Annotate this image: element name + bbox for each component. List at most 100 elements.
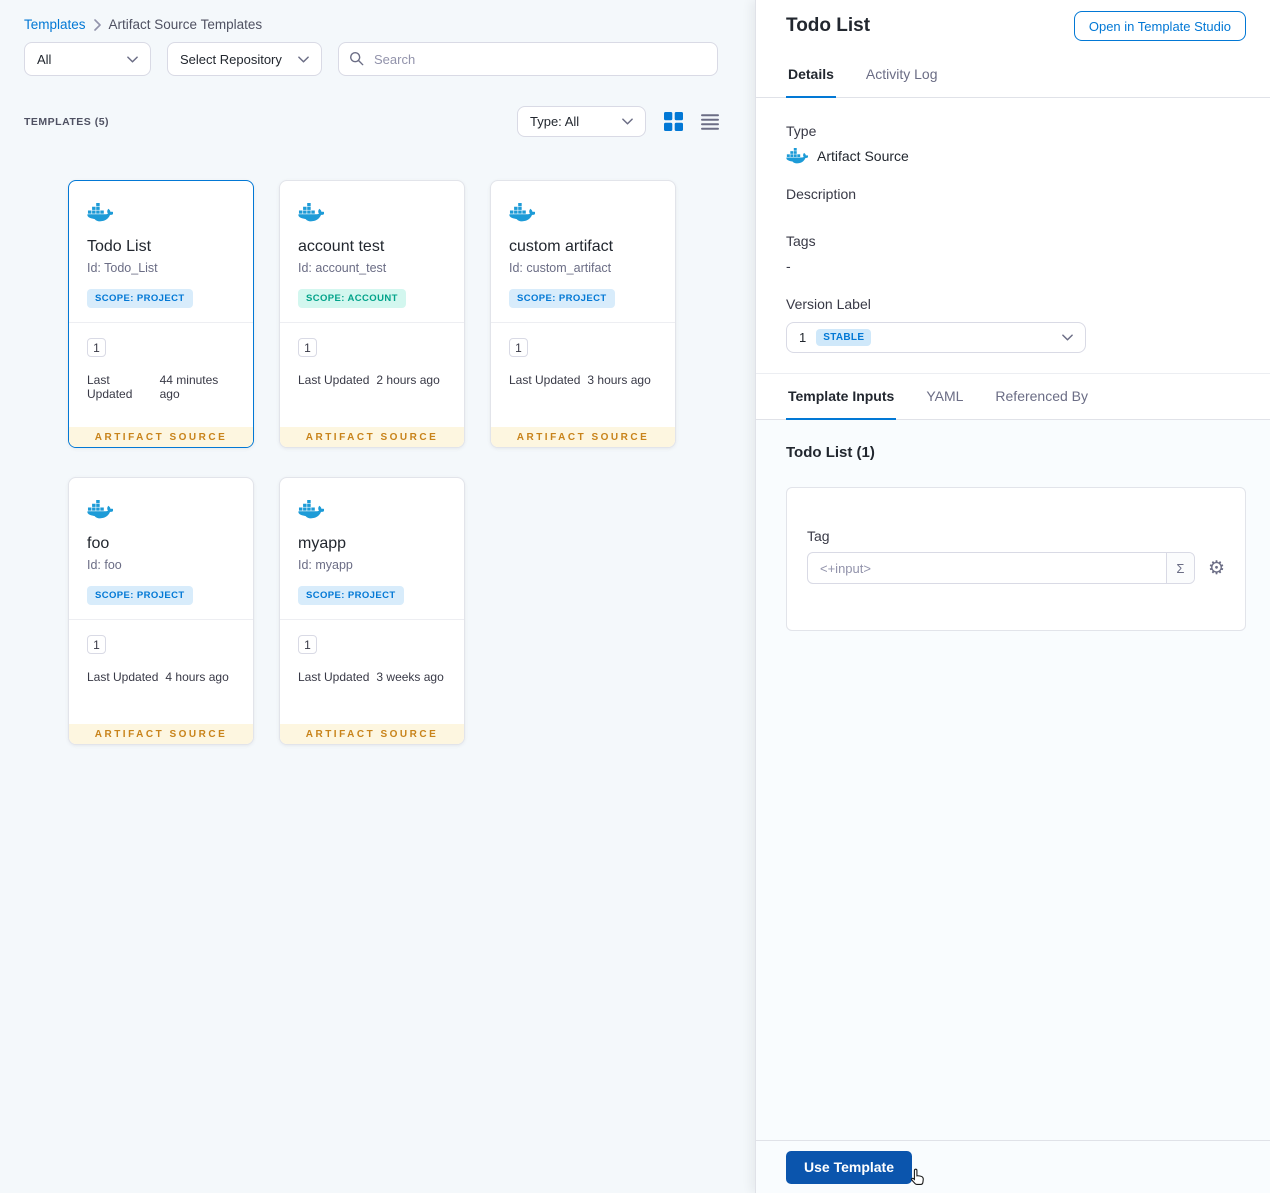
type-label: Type: [786, 123, 817, 139]
grid-view-icon[interactable]: [664, 112, 683, 131]
template-card-account-test[interactable]: account test Id: account_test SCOPE: ACC…: [279, 180, 465, 448]
expression-sigma-button[interactable]: Σ: [1165, 553, 1194, 583]
template-id: Id: custom_artifact: [509, 261, 612, 275]
version-chip: 1: [298, 338, 317, 357]
search-input[interactable]: [338, 42, 718, 76]
scope-badge: SCOPE: PROJECT: [509, 289, 615, 308]
docker-icon: [786, 148, 808, 164]
template-type-footer: ARTIFACT SOURCE: [280, 427, 464, 447]
templates-grid: Todo List Id: Todo_List SCOPE: PROJECT 1…: [68, 180, 676, 745]
breadcrumb-current: Artifact Source Templates: [108, 17, 263, 32]
drawer-footer: Use Template: [756, 1140, 1270, 1193]
divider: [280, 322, 464, 323]
scope-filter-value: All: [37, 51, 52, 67]
type-value: Artifact Source: [817, 148, 909, 164]
list-toolbar: TEMPLATES (5) Type: All: [24, 106, 719, 137]
docker-icon: [509, 203, 535, 222]
docker-icon: [87, 203, 113, 222]
tab-activity-log[interactable]: Activity Log: [864, 52, 940, 97]
template-type-footer: ARTIFACT SOURCE: [280, 724, 464, 744]
tag-input-wrap: Σ: [807, 552, 1195, 584]
template-inputs-area: Todo List (1) Tag Σ ⚙: [756, 420, 1270, 1140]
last-updated-label: Last Updated: [509, 373, 581, 387]
last-updated: Last Updated 2 hours ago: [298, 373, 446, 387]
drawer-title: Todo List: [786, 15, 871, 36]
last-updated: Last Updated 4 hours ago: [87, 670, 235, 684]
last-updated-value: 3 weeks ago: [376, 670, 444, 684]
template-name: account test: [298, 238, 385, 255]
tab-template-inputs[interactable]: Template Inputs: [786, 374, 897, 420]
type-value-row: Artifact Source: [786, 148, 1240, 164]
breadcrumb: Templates Artifact Source Templates: [24, 17, 262, 32]
template-type-footer: ARTIFACT SOURCE: [491, 427, 675, 447]
scope-badge: SCOPE: PROJECT: [298, 586, 404, 605]
chevron-down-icon: [1062, 334, 1073, 341]
docker-icon: [87, 500, 113, 519]
template-id: Id: account_test: [298, 261, 387, 275]
divider: [491, 322, 675, 323]
divider: [69, 619, 253, 620]
tags-value: -: [786, 258, 791, 274]
version-number: 1: [799, 330, 807, 345]
version-chip: 1: [87, 338, 106, 357]
docker-icon: [298, 203, 324, 222]
search-icon: [349, 51, 364, 66]
divider: [69, 322, 253, 323]
breadcrumb-templates-link[interactable]: Templates: [24, 17, 86, 32]
inputs-card: Tag Σ ⚙: [786, 487, 1246, 631]
use-template-button[interactable]: Use Template: [786, 1150, 912, 1184]
last-updated-label: Last Updated: [298, 670, 370, 684]
inputs-heading: Todo List (1): [786, 444, 875, 461]
last-updated-value: 4 hours ago: [165, 670, 229, 684]
divider: [280, 619, 464, 620]
template-name: foo: [87, 535, 110, 552]
list-view-icon[interactable]: [701, 113, 719, 131]
chevron-down-icon: [622, 118, 633, 125]
last-updated-value: 44 minutes ago: [159, 373, 219, 401]
chevron-down-icon: [298, 56, 309, 63]
tag-input-row: Σ ⚙: [807, 552, 1225, 584]
template-card-foo[interactable]: foo Id: foo SCOPE: PROJECT 1 Last Update…: [68, 477, 254, 745]
last-updated: Last Updated 3 hours ago: [509, 373, 657, 387]
template-type-footer: ARTIFACT SOURCE: [69, 427, 253, 447]
tab-referenced-by[interactable]: Referenced By: [993, 374, 1090, 419]
template-id: Id: myapp: [298, 558, 353, 572]
template-card-todo-list[interactable]: Todo List Id: Todo_List SCOPE: PROJECT 1…: [68, 180, 254, 448]
docker-icon: [298, 500, 324, 519]
repository-filter-select[interactable]: Select Repository: [167, 42, 322, 76]
version-chip: 1: [509, 338, 528, 357]
chevron-right-icon: [94, 19, 101, 31]
toolbar-right: Type: All: [517, 106, 719, 137]
template-name: custom artifact: [509, 238, 614, 255]
template-id: Id: Todo_List: [87, 261, 158, 275]
tag-label: Tag: [807, 528, 830, 544]
template-name: myapp: [298, 535, 347, 552]
type-filter-select[interactable]: Type: All: [517, 106, 646, 137]
gear-icon[interactable]: ⚙: [1208, 559, 1225, 578]
last-updated-value: 3 hours ago: [587, 373, 651, 387]
version-select[interactable]: 1 STABLE: [786, 322, 1086, 353]
last-updated: Last Updated 3 weeks ago: [298, 670, 446, 684]
template-card-custom-artifact[interactable]: custom artifact Id: custom_artifact SCOP…: [490, 180, 676, 448]
last-updated-label: Last Updated: [298, 373, 370, 387]
scope-badge: SCOPE: PROJECT: [87, 586, 193, 605]
scope-badge: SCOPE: ACCOUNT: [298, 289, 406, 308]
tag-input[interactable]: [808, 553, 1166, 583]
last-updated-value: 2 hours ago: [376, 373, 440, 387]
search-box: [338, 42, 718, 76]
template-card-myapp[interactable]: myapp Id: myapp SCOPE: PROJECT 1 Last Up…: [279, 477, 465, 745]
drawer-header: Todo List Open in Template Studio: [756, 0, 1270, 52]
template-details-drawer: Todo List Open in Template Studio Detail…: [755, 0, 1270, 1193]
last-updated: Last Updated 44 minutes ago: [87, 373, 235, 401]
scope-filter-select[interactable]: All: [24, 42, 151, 76]
template-type-footer: ARTIFACT SOURCE: [69, 724, 253, 744]
last-updated-label: Last Updated: [87, 670, 159, 684]
tab-yaml[interactable]: YAML: [924, 374, 965, 419]
open-in-template-studio-button[interactable]: Open in Template Studio: [1073, 11, 1246, 41]
version-label: Version Label: [786, 296, 871, 312]
description-label: Description: [786, 186, 857, 202]
template-name: Todo List: [87, 238, 152, 255]
templates-page: Templates Artifact Source Templates All …: [0, 0, 755, 1193]
tab-details[interactable]: Details: [786, 52, 836, 98]
version-chip: 1: [87, 635, 106, 654]
